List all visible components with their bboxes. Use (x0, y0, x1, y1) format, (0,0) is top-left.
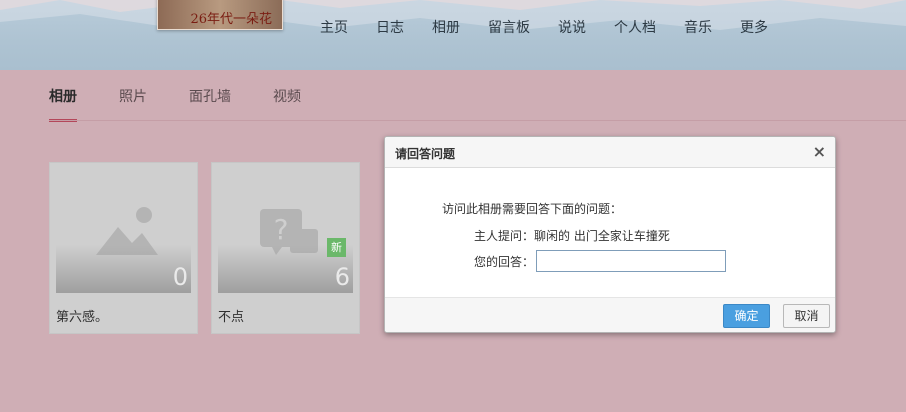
tab-divider (49, 120, 906, 121)
answer-input[interactable] (536, 250, 727, 272)
album-card[interactable]: ? 新 6 不点 (211, 162, 360, 334)
nav-item-profile[interactable]: 个人档 (614, 17, 656, 37)
nav-item-home[interactable]: 主页 (320, 17, 348, 37)
dialog-body: 访问此相册需要回答下面的问题： 主人提问：聊闲的 出门全家让车撞死 您的回答： (385, 168, 835, 297)
nav-item-shuoshuo[interactable]: 说说 (558, 17, 586, 37)
album-title: 不点 (218, 310, 245, 325)
question-text: 聊闲的 出门全家让车撞死 (534, 229, 670, 243)
nav-item-blog[interactable]: 日志 (376, 17, 404, 37)
close-icon[interactable]: × (813, 142, 826, 161)
answer-question-dialog: 请回答问题 × 访问此相册需要回答下面的问题： 主人提问：聊闲的 出门全家让车撞… (384, 136, 836, 333)
avatar-caption: 26年代一朵花 (190, 12, 272, 27)
nav-item-guestbook[interactable]: 留言板 (488, 17, 530, 37)
header-banner: 26年代一朵花 主页 日志 相册 留言板 说说 个人档 音乐 更多 (0, 0, 906, 70)
question-intro: 访问此相册需要回答下面的问题： (442, 202, 623, 216)
tab-albums[interactable]: 相册 (49, 86, 77, 122)
album-thumbnail: 0 (56, 163, 191, 293)
question-label: 主人提问： (474, 229, 535, 243)
nav-item-more[interactable]: 更多 (740, 17, 768, 37)
new-badge: 新 (327, 238, 346, 257)
svg-text:?: ? (274, 213, 289, 246)
question-row: 主人提问：聊闲的 出门全家让车撞死 (474, 227, 670, 244)
album-title: 第六感。 (56, 310, 109, 325)
confirm-button[interactable]: 确定 (723, 304, 770, 328)
answer-label: 您的回答： (474, 254, 535, 269)
dialog-title: 请回答问题 (395, 147, 456, 161)
album-tabs: 相册 照片 面孔墙 视频 (49, 86, 343, 122)
photo-count: 0 (172, 263, 188, 291)
album-thumbnail: ? 新 6 (218, 163, 353, 293)
nav-item-music[interactable]: 音乐 (684, 17, 712, 37)
top-nav: 主页 日志 相册 留言板 说说 个人档 音乐 更多 (320, 17, 796, 37)
answer-row: 您的回答： (474, 250, 727, 272)
tab-face-wall[interactable]: 面孔墙 (189, 86, 231, 122)
cancel-button[interactable]: 取消 (783, 304, 830, 328)
dialog-footer: 确定 取消 (385, 297, 835, 332)
photo-count: 6 (334, 263, 350, 291)
avatar[interactable]: 26年代一朵花 (157, 0, 283, 30)
tab-photos[interactable]: 照片 (119, 86, 147, 122)
tab-videos[interactable]: 视频 (273, 86, 301, 122)
dialog-header: 请回答问题 × (385, 137, 835, 168)
nav-item-album[interactable]: 相册 (432, 17, 460, 37)
album-card[interactable]: 0 第六感。 (49, 162, 198, 334)
